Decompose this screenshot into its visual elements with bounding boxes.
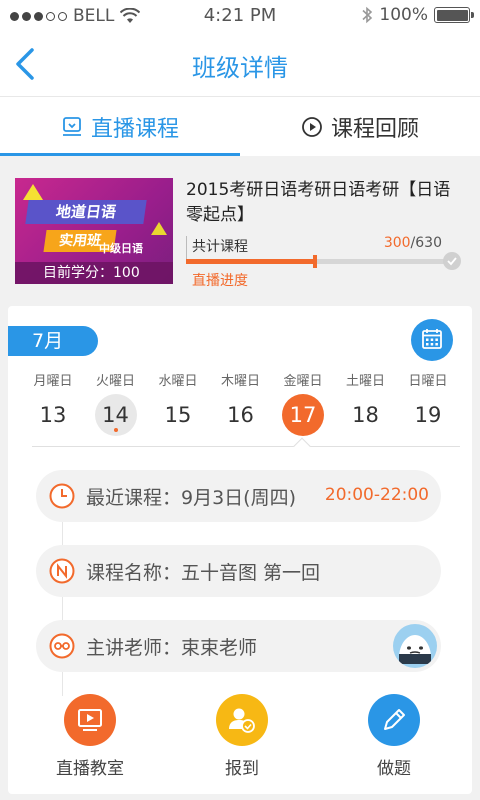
exercise-button[interactable]: 做题 (334, 694, 454, 779)
selected-day-pointer (293, 437, 311, 455)
tab-live-courses[interactable]: 直播课程 (0, 97, 240, 157)
nav-bar: 班级详情 (0, 32, 480, 96)
day-16[interactable]: 木曜日 16 (210, 370, 272, 436)
action-bar: 直播教室 报到 做题 (8, 694, 472, 784)
live-progress-bar (186, 255, 458, 268)
progress-current: 300 (383, 235, 411, 251)
status-bar: BELL 4:21 PM 100% (0, 0, 480, 32)
thumbnail-line3: 中级日语 (99, 242, 143, 255)
active-tab-indicator (0, 153, 240, 156)
live-progress-label: 直播进度 (192, 273, 248, 289)
bluetooth-icon (362, 6, 373, 24)
battery-icon (434, 7, 474, 23)
day-number: 14 (94, 394, 137, 436)
check-in-label: 报到 (225, 759, 259, 779)
weekday-label: 水曜日 (158, 374, 198, 389)
week-divider (32, 446, 460, 447)
teacher-text: 主讲老师：束束老师 (86, 636, 258, 659)
progress-total: /630 (410, 235, 442, 251)
weekday-label: 土曜日 (345, 374, 385, 389)
day-14[interactable]: 火曜日 14 (85, 370, 147, 436)
clock-icon (49, 483, 75, 509)
check-in-button[interactable]: 报到 (182, 694, 302, 779)
teacher-avatar[interactable] (393, 624, 437, 668)
day-number: 17 (282, 394, 324, 436)
live-course-icon (62, 117, 81, 136)
day-number: 18 (352, 403, 379, 427)
course-name-n-icon (49, 558, 75, 584)
course-title: 2015考研日语考研日语考研【日语零起点】 (186, 180, 451, 225)
schedule-panel: 7月 月曜日 13 火曜日 14 水曜日 15 木曜日 16 金曜日 17 土曜日 18 日曜日 19 最… (8, 306, 472, 794)
thumbnail-line1: 地道日语 (25, 200, 147, 224)
progress-marker-line (186, 236, 187, 260)
tab-live-courses-label: 直播课程 (90, 117, 179, 142)
day-19[interactable]: 日曜日 19 (397, 370, 459, 436)
day-13[interactable]: 月曜日 13 (22, 370, 84, 436)
course-name-text: 课程名称：五十音图 第一回 (86, 561, 321, 584)
total-courses-label: 共计课程 (192, 239, 248, 255)
live-classroom-label: 直播教室 (56, 759, 124, 779)
play-review-icon (302, 117, 322, 137)
recent-course-row[interactable]: 最近课程：9月3日(周四) 20:00-22:00 (36, 470, 441, 522)
recent-course-text: 最近课程：9月3日(周四) (86, 486, 297, 509)
glasses-icon (49, 633, 75, 659)
live-progress-knob (313, 255, 318, 268)
tab-bar: 直播课程 课程回顾 (0, 96, 480, 156)
battery-percent: 100% (379, 5, 428, 25)
calendar-icon (422, 329, 442, 349)
course-summary[interactable]: 地道日语 实用班 中级日语 目前学分：100 2015考研日语考研日语考研【日语… (0, 160, 480, 300)
weekday-label: 木曜日 (220, 374, 260, 389)
month-label: 7月 (8, 326, 98, 356)
pencil-icon (368, 694, 420, 746)
teacher-row[interactable]: 主讲老师：束束老师 (36, 620, 441, 672)
live-classroom-button[interactable]: 直播教室 (30, 694, 150, 779)
weekday-label: 日曜日 (408, 374, 448, 389)
live-classroom-icon (64, 694, 116, 746)
thumbnail-decor (151, 222, 167, 235)
day-17[interactable]: 金曜日 17 (272, 370, 334, 436)
day-15[interactable]: 水曜日 15 (147, 370, 209, 436)
weekday-label: 金曜日 (283, 374, 323, 389)
tab-course-review[interactable]: 课程回顾 (240, 97, 480, 157)
course-name-row: 课程名称：五十音图 第一回 (36, 545, 441, 597)
check-in-icon (216, 694, 268, 746)
day-number: 16 (227, 403, 254, 427)
thumbnail-decor (23, 184, 43, 200)
day-18[interactable]: 土曜日 18 (335, 370, 397, 436)
calendar-button[interactable] (411, 319, 453, 361)
recent-course-time: 20:00-22:00 (324, 485, 429, 505)
page-title: 班级详情 (192, 54, 288, 82)
course-thumbnail: 地道日语 实用班 中级日语 目前学分：100 (15, 178, 173, 284)
course-count: 300/630 (384, 235, 442, 251)
weekday-label: 月曜日 (33, 374, 73, 389)
progress-end-check-icon (443, 252, 461, 270)
exercise-label: 做题 (377, 759, 411, 779)
day-number: 15 (164, 403, 192, 427)
current-credit: 目前学分：100 (15, 262, 173, 284)
tab-course-review-label: 课程回顾 (330, 117, 419, 142)
day-number: 19 (414, 403, 442, 427)
day-number: 13 (39, 403, 67, 427)
live-progress-fill (186, 259, 316, 264)
weekday-label: 火曜日 (95, 374, 135, 389)
